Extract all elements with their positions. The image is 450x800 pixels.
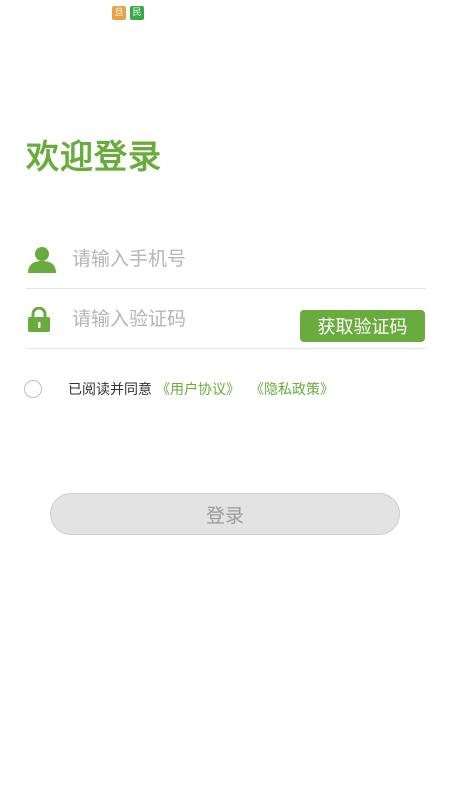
privacy-policy-link[interactable]: 《隐私政策》 — [250, 379, 334, 399]
user-icon — [28, 247, 56, 273]
user-agreement-link[interactable]: 《用户协议》 — [156, 379, 240, 399]
page-title: 欢迎登录 — [26, 137, 162, 176]
agreement-row: 已阅读并同意 《用户协议》 《隐私政策》 — [24, 379, 334, 399]
code-input[interactable] — [70, 302, 294, 336]
login-button[interactable]: 登录 — [50, 493, 400, 535]
status-bar: 旦 民 — [112, 6, 144, 22]
orange-app-icon: 旦 — [112, 6, 126, 20]
green-app-icon: 民 — [130, 6, 144, 20]
phone-row — [26, 228, 426, 289]
get-code-button[interactable]: 获取验证码 — [300, 310, 425, 342]
agreement-radio[interactable] — [24, 380, 42, 398]
agreement-text: 已阅读并同意 — [68, 382, 152, 398]
lock-icon — [28, 307, 50, 332]
phone-input[interactable] — [70, 242, 294, 276]
code-row: 获取验证码 — [26, 288, 426, 349]
